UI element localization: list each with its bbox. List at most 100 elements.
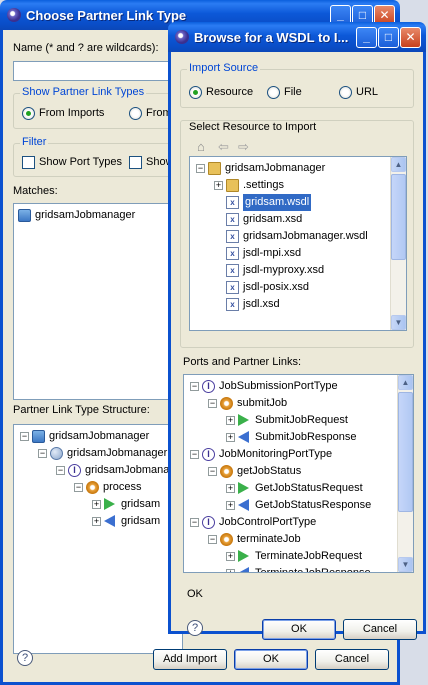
partner-link-type-icon [18, 209, 31, 222]
collapse-icon[interactable]: − [38, 449, 47, 458]
tree-item[interactable]: TerminateJobResponse [255, 565, 371, 572]
tree-item[interactable]: gridsam.wsdl [243, 194, 312, 211]
collapse-icon[interactable]: − [196, 164, 205, 173]
scroll-thumb[interactable] [398, 392, 413, 512]
tree-item[interactable]: .settings [243, 177, 284, 194]
tree-item[interactable]: jsdl-posix.xsd [243, 279, 309, 296]
tree-item[interactable]: gridsam [121, 496, 160, 513]
operation-icon [220, 533, 233, 546]
expand-icon[interactable]: + [92, 500, 101, 509]
eclipse-icon [7, 8, 21, 22]
tree-item[interactable]: SubmitJobRequest [255, 412, 348, 429]
tree-item[interactable]: getJobStatus [237, 463, 301, 480]
tree-item[interactable]: GetJobStatusRequest [255, 480, 363, 497]
resource-scrollbar[interactable]: ▲ ▼ [390, 157, 406, 330]
name-filter-input[interactable] [13, 61, 183, 81]
collapse-icon[interactable]: − [74, 483, 83, 492]
structure-tree[interactable]: − gridsamJobmanager − gridsamJobmanager … [13, 424, 183, 654]
scroll-down-icon[interactable]: ▼ [391, 315, 406, 330]
url-label: URL [356, 86, 379, 98]
file-label: File [284, 86, 302, 98]
from-other-radio[interactable] [129, 107, 142, 120]
file-radio[interactable] [267, 86, 280, 99]
expand-icon[interactable]: + [92, 517, 101, 526]
ports-tree[interactable]: − I JobSubmissionPortType − submitJob + Submit… [183, 374, 414, 573]
collapse-icon[interactable]: − [208, 399, 217, 408]
show-other-checkbox[interactable] [129, 156, 142, 169]
tree-item[interactable]: gridsamJobmanager.wsdl [243, 228, 368, 245]
port-type-icon: I [202, 448, 215, 461]
collapse-icon[interactable]: − [190, 450, 199, 459]
front-title-bar[interactable]: Browse for a WSDL to I... _ □ ✕ [168, 22, 426, 52]
expand-icon[interactable]: + [226, 569, 235, 572]
tree-item[interactable]: gridsam.xsd [243, 211, 302, 228]
file-icon: x [226, 298, 239, 311]
expand-icon[interactable]: + [226, 552, 235, 561]
resource-radio[interactable] [189, 86, 202, 99]
back-cancel-button[interactable]: Cancel [315, 649, 389, 670]
filter-title: Filter [20, 136, 49, 148]
tree-item[interactable]: process [103, 479, 142, 496]
expand-icon[interactable]: + [226, 433, 235, 442]
ports-scrollbar[interactable]: ▲ ▼ [397, 375, 413, 572]
tree-item[interactable]: terminateJob [237, 531, 301, 548]
maximize-icon[interactable]: □ [378, 27, 399, 48]
tree-item[interactable]: JobControlPortType [219, 514, 316, 531]
show-port-types-checkbox[interactable] [22, 156, 35, 169]
show-partner-link-types-group: Show Partner Link Types From Imports Fro… [13, 86, 183, 129]
tree-item[interactable]: SubmitJobResponse [255, 429, 357, 446]
tree-item[interactable]: jsdl.xsd [243, 296, 280, 313]
tree-item[interactable]: TerminateJobRequest [255, 548, 362, 565]
expand-icon[interactable]: + [226, 501, 235, 510]
output-message-icon [104, 515, 115, 527]
collapse-icon[interactable]: − [190, 518, 199, 527]
show-port-types-label: Show Port Types [39, 156, 122, 168]
add-import-button[interactable]: Add Import [153, 649, 227, 670]
tree-item[interactable]: gridsamJobmanager [49, 428, 149, 445]
front-ok-button[interactable]: OK [262, 619, 336, 640]
matches-list[interactable]: gridsamJobmanager [13, 203, 183, 400]
tree-item[interactable]: gridsamJobmanager [67, 445, 167, 462]
tree-item[interactable]: gridsamJobmanager [225, 160, 325, 177]
tree-item[interactable]: submitJob [237, 395, 287, 412]
forward-arrow-icon[interactable]: ⇨ [238, 139, 249, 155]
from-imports-label: From Imports [39, 107, 105, 119]
import-source-group: Import Source Resource File URL [180, 62, 414, 108]
collapse-icon[interactable]: − [190, 382, 199, 391]
scroll-up-icon[interactable]: ▲ [398, 375, 413, 390]
back-ok-button[interactable]: OK [234, 649, 308, 670]
show-group-title: Show Partner Link Types [20, 86, 147, 98]
file-icon: x [226, 247, 239, 260]
collapse-icon[interactable]: − [20, 432, 29, 441]
collapse-icon[interactable]: − [56, 466, 65, 475]
tree-item[interactable]: GetJobStatusResponse [255, 497, 371, 514]
url-radio[interactable] [339, 86, 352, 99]
back-arrow-icon[interactable]: ⇦ [218, 139, 229, 155]
help-icon[interactable]: ? [187, 620, 203, 636]
resource-label: Resource [206, 86, 254, 98]
expand-icon[interactable]: + [226, 416, 235, 425]
operation-icon [220, 465, 233, 478]
tree-item[interactable]: jsdl-myproxy.xsd [243, 262, 324, 279]
back-window-title: Choose Partner Link Type [26, 8, 187, 23]
close-icon[interactable]: ✕ [400, 27, 421, 48]
tree-item[interactable]: jsdl-mpi.xsd [243, 245, 301, 262]
tree-item[interactable]: gridsam [121, 513, 160, 530]
collapse-icon[interactable]: − [208, 535, 217, 544]
front-cancel-button[interactable]: Cancel [343, 619, 417, 640]
help-icon[interactable]: ? [17, 650, 33, 666]
collapse-icon[interactable]: − [208, 467, 217, 476]
expand-icon[interactable]: + [226, 484, 235, 493]
ports-label: Ports and Partner Links: [183, 356, 302, 368]
resource-tree[interactable]: − gridsamJobmanager + .settings x gridsam.wsd… [189, 156, 407, 331]
input-message-icon [238, 482, 249, 494]
from-imports-radio[interactable] [22, 107, 35, 120]
tree-item[interactable]: JobMonitoringPortType [219, 446, 332, 463]
scroll-up-icon[interactable]: ▲ [391, 157, 406, 172]
tree-item[interactable]: JobSubmissionPortType [219, 378, 338, 395]
expand-icon[interactable]: + [214, 181, 223, 190]
minimize-icon[interactable]: _ [356, 27, 377, 48]
scroll-thumb[interactable] [391, 174, 406, 260]
scroll-down-icon[interactable]: ▼ [398, 557, 413, 572]
home-icon[interactable]: ⌂ [197, 139, 205, 154]
